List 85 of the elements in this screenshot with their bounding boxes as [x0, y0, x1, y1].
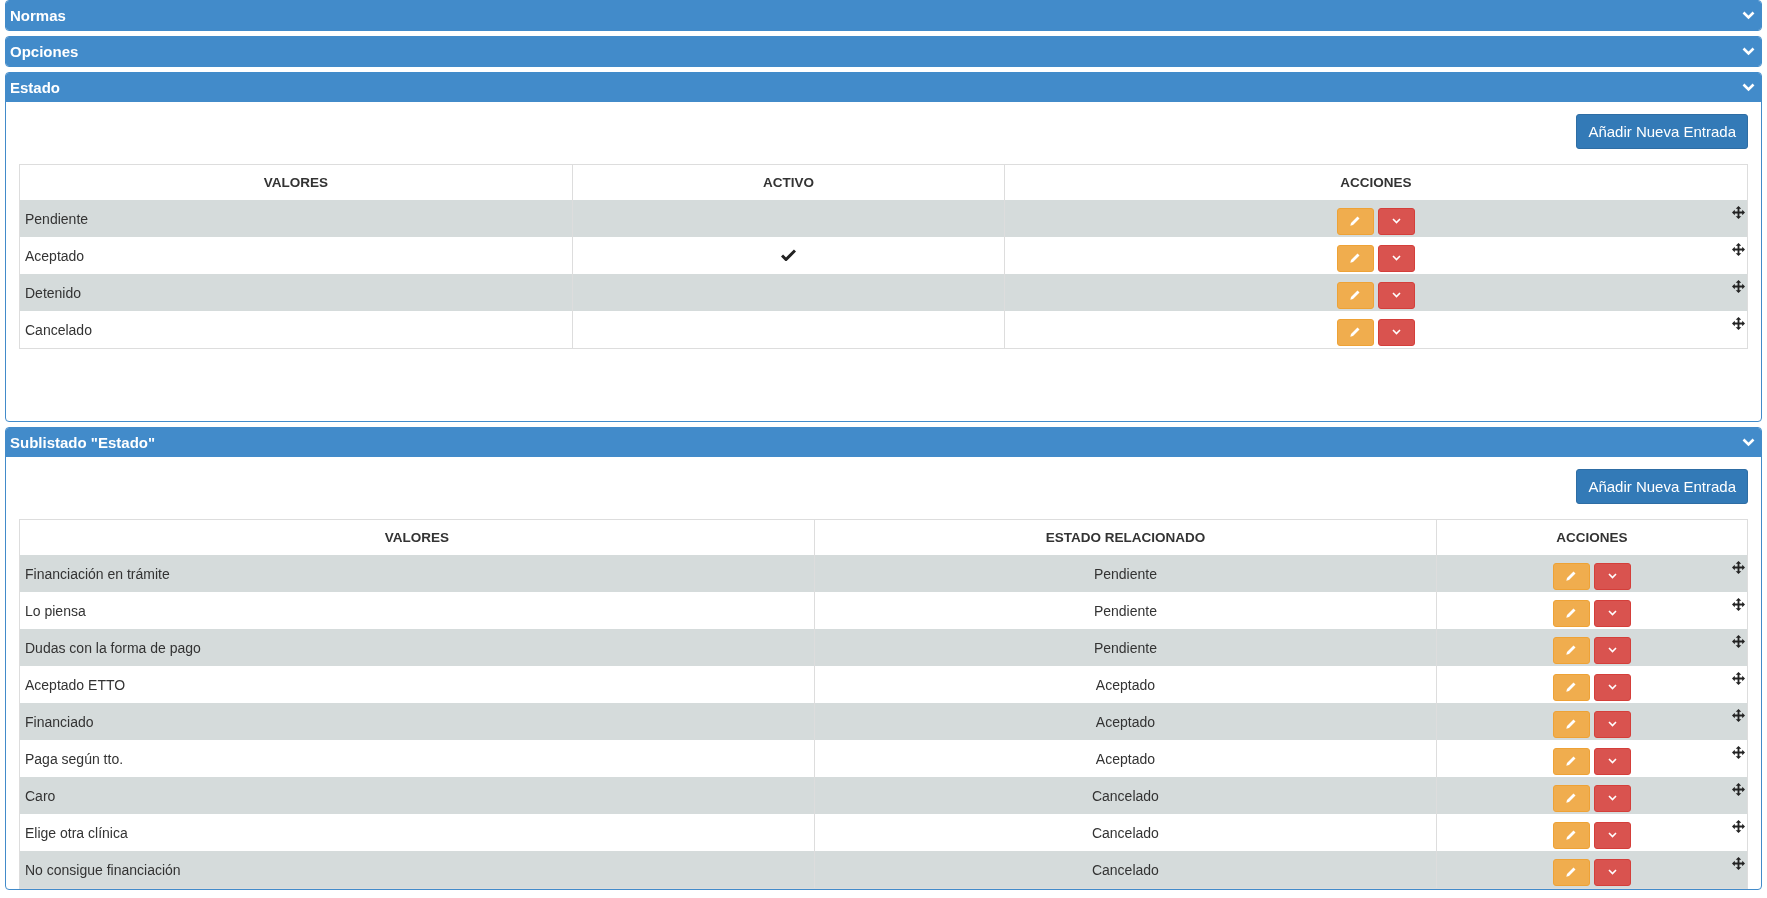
chevron-down-icon[interactable]: [1742, 11, 1755, 20]
table-cell: Caro: [19, 777, 815, 814]
table-cell: No consigue financiación: [19, 851, 815, 889]
add-entry-button[interactable]: Añadir Nueva Entrada: [1576, 114, 1748, 149]
chevron-down-icon: [1607, 573, 1617, 579]
panel-header[interactable]: Opciones: [6, 37, 1761, 66]
chevron-down-icon: [1607, 758, 1617, 764]
edit-button[interactable]: [1336, 244, 1374, 272]
edit-button[interactable]: [1552, 599, 1590, 627]
move-icon[interactable]: [1732, 709, 1745, 722]
move-icon[interactable]: [1732, 820, 1745, 833]
dropdown-button[interactable]: [1593, 747, 1631, 775]
panel-title: Normas: [10, 7, 66, 24]
move-icon[interactable]: [1732, 783, 1745, 796]
add-entry-button[interactable]: Añadir Nueva Entrada: [1576, 469, 1748, 504]
pencil-icon: [1565, 866, 1578, 878]
table-cell: Pendiente: [814, 555, 1437, 592]
panel-header[interactable]: Sublistado "Estado": [6, 428, 1761, 457]
dropdown-button[interactable]: [1377, 244, 1415, 272]
pencil-icon: [1565, 792, 1578, 804]
panel-header[interactable]: Normas: [6, 1, 1761, 30]
move-icon[interactable]: [1732, 280, 1745, 293]
edit-button[interactable]: [1552, 673, 1590, 701]
chevron-down-icon: [1607, 832, 1617, 838]
pencil-icon: [1565, 681, 1578, 693]
dropdown-button[interactable]: [1593, 784, 1631, 812]
dropdown-button[interactable]: [1593, 562, 1631, 590]
dropdown-button[interactable]: [1593, 673, 1631, 701]
panel-title: Sublistado "Estado": [10, 434, 156, 451]
move-icon[interactable]: [1732, 672, 1745, 685]
move-icon[interactable]: [1732, 598, 1745, 611]
panel-header[interactable]: Estado: [6, 73, 1761, 102]
table-cell: Dudas con la forma de pago: [19, 629, 815, 666]
dropdown-button[interactable]: [1593, 636, 1631, 664]
table-cell: Cancelado: [814, 777, 1437, 814]
chevron-down-icon: [1607, 684, 1617, 690]
move-icon[interactable]: [1732, 561, 1745, 574]
chevron-down-icon: [1607, 869, 1617, 875]
chevron-down-icon: [1607, 647, 1617, 653]
chevron-down-icon: [1391, 329, 1401, 335]
table-cell: Financiación en trámite: [19, 555, 815, 592]
edit-button[interactable]: [1552, 747, 1590, 775]
pencil-icon: [1565, 718, 1578, 730]
move-icon[interactable]: [1732, 635, 1745, 648]
move-icon[interactable]: [1732, 206, 1745, 219]
pencil-icon: [1349, 215, 1362, 227]
chevron-down-icon[interactable]: [1742, 47, 1755, 56]
chevron-down-icon: [1391, 292, 1401, 298]
move-icon[interactable]: [1732, 317, 1745, 330]
pencil-icon: [1565, 607, 1578, 619]
pencil-icon: [1349, 289, 1362, 301]
table-cell: Aceptado: [814, 703, 1437, 740]
pencil-icon: [1565, 570, 1578, 582]
table-cell: Cancelado: [19, 311, 573, 349]
move-icon[interactable]: [1732, 243, 1745, 256]
move-icon[interactable]: [1732, 746, 1745, 759]
table-cell: Cancelado: [814, 851, 1437, 889]
pencil-icon: [1565, 644, 1578, 656]
chevron-down-icon[interactable]: [1742, 83, 1755, 92]
dropdown-button[interactable]: [1377, 281, 1415, 309]
pencil-icon: [1565, 755, 1578, 767]
dropdown-button[interactable]: [1593, 858, 1631, 886]
table-cell: Pendiente: [814, 629, 1437, 666]
dropdown-button[interactable]: [1377, 207, 1415, 235]
edit-button[interactable]: [1552, 821, 1590, 849]
edit-button[interactable]: [1336, 318, 1374, 346]
chevron-down-icon: [1607, 721, 1617, 727]
table-cell: Pendiente: [19, 200, 573, 237]
panel-title: Opciones: [10, 43, 79, 60]
pencil-icon: [1349, 326, 1362, 338]
dropdown-button[interactable]: [1593, 599, 1631, 627]
table-cell: Financiado: [19, 703, 815, 740]
chevron-down-icon: [1607, 610, 1617, 616]
table-cell: Detenido: [19, 274, 573, 311]
panel-title: Estado: [10, 79, 60, 96]
chevron-down-icon: [1391, 218, 1401, 224]
chevron-down-icon[interactable]: [1742, 438, 1755, 447]
dropdown-button[interactable]: [1377, 318, 1415, 346]
chevron-down-icon: [1391, 255, 1401, 261]
chevron-down-icon: [1607, 795, 1617, 801]
pencil-icon: [1565, 829, 1578, 841]
dropdown-button[interactable]: [1593, 710, 1631, 738]
move-icon[interactable]: [1732, 857, 1745, 870]
dropdown-button[interactable]: [1593, 821, 1631, 849]
pencil-icon: [1349, 252, 1362, 264]
